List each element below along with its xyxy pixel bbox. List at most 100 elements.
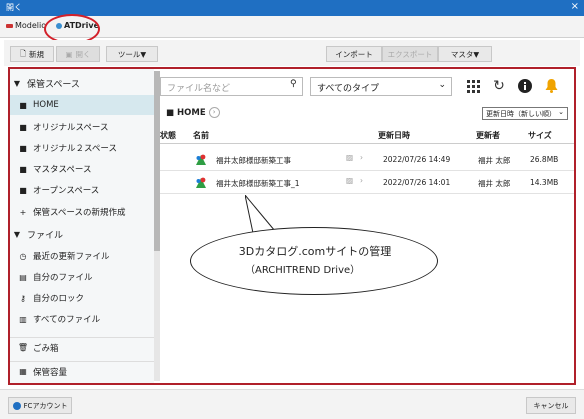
master-button[interactable]: マスタ▼ xyxy=(438,46,492,62)
search-icon[interactable]: ⚲ xyxy=(290,79,297,89)
export-label: エクスポート xyxy=(387,49,433,59)
sidebar-label: 最近の更新ファイル xyxy=(33,252,110,262)
file-size: 14.3MB xyxy=(530,178,559,187)
title-bar: 開く × xyxy=(0,0,584,16)
col-updater[interactable]: 更新者 xyxy=(476,130,500,141)
tools-button[interactable]: ツール▼ xyxy=(106,46,158,62)
open-label: 開く xyxy=(75,49,91,59)
table-header: 状態 名前 更新日時 更新者 サイズ xyxy=(160,126,574,144)
sidebar-item-trash[interactable]: 🗑 ごみ箱 xyxy=(10,337,154,357)
chevron-down-icon: ⌄ xyxy=(438,80,446,90)
tab-modelio-label: Modelio xyxy=(15,21,47,30)
sidebar-label: 保管スペースの新規作成 xyxy=(33,208,126,218)
callout-line1: 3Dカタログ.comサイトの管理 xyxy=(238,245,392,258)
col-name[interactable]: 名前 xyxy=(193,130,209,141)
chevron-right-icon[interactable]: › xyxy=(360,176,363,185)
sidebar-label: マスタスペース xyxy=(33,165,92,175)
type-filter-select[interactable]: すべてのタイプ ⌄ xyxy=(310,77,452,96)
callout-line2: （ARCHITREND Drive） xyxy=(245,265,361,276)
cancel-button[interactable]: キャンセル xyxy=(526,397,576,414)
bell-icon[interactable] xyxy=(542,77,560,95)
sidebar-section-files[interactable]: ▼ ファイル xyxy=(10,224,154,244)
preview-icon[interactable]: ▨ xyxy=(346,176,353,185)
window-title: 開く xyxy=(6,3,22,12)
new-button[interactable]: 🗋 新規 xyxy=(10,46,54,62)
folder-icon: ■ xyxy=(19,100,27,110)
sidebar-item-home[interactable]: ■ HOME xyxy=(10,95,154,115)
folder-icon: ■ xyxy=(166,107,175,118)
file-name[interactable]: 福井太郎様邸新築工事_1 xyxy=(216,178,300,189)
tab-modelio[interactable]: Modelio xyxy=(6,21,46,30)
sidebar-item-recent[interactable]: ◷ 最近の更新ファイル xyxy=(10,246,154,266)
open-button[interactable]: ▣ 開く xyxy=(56,46,100,62)
breadcrumb: ■ HOME › xyxy=(166,107,220,118)
preview-icon[interactable]: ▨ xyxy=(346,153,353,162)
sidebar-item-storage[interactable]: ▦ 保管容量 xyxy=(10,361,154,381)
new-file-icon: 🗋 xyxy=(19,48,27,58)
sidebar-label: オリジナル２スペース xyxy=(33,144,117,154)
import-label: インポート xyxy=(335,49,373,59)
type-filter-value: すべてのタイプ xyxy=(317,84,380,94)
clock-icon: ◷ xyxy=(19,251,27,261)
annotation-callout: 3Dカタログ.comサイトの管理 （ARCHITREND Drive） xyxy=(190,227,438,295)
new-label: 新規 xyxy=(29,49,45,59)
col-updated[interactable]: 更新日時 xyxy=(378,130,410,141)
sidebar-item-master[interactable]: ■ マスタスペース xyxy=(10,159,154,179)
export-button[interactable]: エクスポート xyxy=(382,46,438,62)
sidebar-item-original2[interactable]: ■ オリジナル２スペース xyxy=(10,138,154,158)
storage-icon: ▦ xyxy=(19,367,27,376)
import-button[interactable]: インポート xyxy=(326,46,382,62)
tools-label: ツール▼ xyxy=(117,49,147,59)
plus-icon: + xyxy=(19,207,27,217)
trash-icon: 🗑 xyxy=(17,343,29,352)
table-row[interactable]: 福井太郎様邸新築工事_1 ▨ › 2022/07/26 14:01 福井 太郎 … xyxy=(160,172,574,194)
refresh-icon[interactable]: ↻ xyxy=(490,77,508,95)
sidebar-label: HOME xyxy=(33,100,59,110)
sidebar-label: 自分のロック xyxy=(33,294,85,304)
chevron-right-icon[interactable]: › xyxy=(208,107,220,118)
drive-panel: ▼ 保管スペース ■ HOME ■ オリジナルスペース ■ オリジナル２スペース ■ マス… xyxy=(8,67,576,385)
key-icon: ⚷ xyxy=(20,293,26,303)
sidebar-label: オリジナルスペース xyxy=(33,123,109,133)
sort-value: 更新日時（新しい順） xyxy=(486,110,556,118)
col-status[interactable]: 状態 xyxy=(160,130,176,141)
info-icon[interactable] xyxy=(516,77,534,95)
modelio-icon xyxy=(6,23,13,28)
chevron-down-icon: ⌄ xyxy=(558,108,564,116)
cancel-label: キャンセル xyxy=(533,401,569,410)
file-updater: 福井 太郎 xyxy=(478,179,511,188)
sidebar-item-my-locks[interactable]: ⚷ 自分のロック xyxy=(10,288,154,308)
file-updated: 2022/07/26 14:49 xyxy=(383,155,451,164)
file-name[interactable]: 福井太郎様邸新築工事 xyxy=(216,155,291,166)
sidebar-item-my-files[interactable]: ▤ 自分のファイル xyxy=(10,267,154,287)
chevron-right-icon[interactable]: › xyxy=(360,153,363,162)
col-size[interactable]: サイズ xyxy=(528,130,552,141)
sidebar-item-open[interactable]: ■ オープンスペース xyxy=(10,180,154,200)
folder-icon: ■ xyxy=(19,164,27,174)
file-browser: ファイル名など ⚲ すべてのタイプ ⌄ ↻ ■ HOME › 更新日時（新しい順… xyxy=(160,69,574,383)
sort-select[interactable]: 更新日時（新しい順） ⌄ xyxy=(482,107,568,120)
account-icon xyxy=(12,401,21,410)
sidebar-section-storage[interactable]: ▼ 保管スペース xyxy=(10,73,154,93)
sidebar-item-new-space[interactable]: + 保管スペースの新規作成 xyxy=(10,202,154,222)
architrend-file-icon xyxy=(194,153,208,169)
sidebar-label: ごみ箱 xyxy=(33,343,59,354)
fc-account-button[interactable]: FCアカウント xyxy=(8,397,72,414)
collapse-icon: ▼ xyxy=(13,78,21,88)
open-folder-icon: ▣ xyxy=(65,49,73,59)
breadcrumb-label[interactable]: HOME xyxy=(177,108,206,118)
sidebar-item-all-files[interactable]: ▥ すべてのファイル xyxy=(10,309,154,329)
sidebar-item-original[interactable]: ■ オリジナルスペース xyxy=(10,117,154,137)
file-size: 26.8MB xyxy=(530,155,559,164)
sidebar-label: 保管容量 xyxy=(33,367,68,378)
sidebar-label: すべてのファイル xyxy=(33,315,101,325)
search-input[interactable]: ファイル名など xyxy=(160,77,303,96)
sidebar-label: ファイル xyxy=(27,230,64,241)
close-icon[interactable]: × xyxy=(571,1,579,12)
folder-icon: ■ xyxy=(19,122,27,132)
file-updated: 2022/07/26 14:01 xyxy=(383,178,451,187)
sidebar: ▼ 保管スペース ■ HOME ■ オリジナルスペース ■ オリジナル２スペース ■ マス… xyxy=(10,69,154,383)
grid-view-icon[interactable] xyxy=(464,77,482,95)
user-file-icon: ▤ xyxy=(19,272,27,282)
table-row[interactable]: 福井太郎様邸新築工事 ▨ › 2022/07/26 14:49 福井 太郎 26… xyxy=(160,149,574,171)
